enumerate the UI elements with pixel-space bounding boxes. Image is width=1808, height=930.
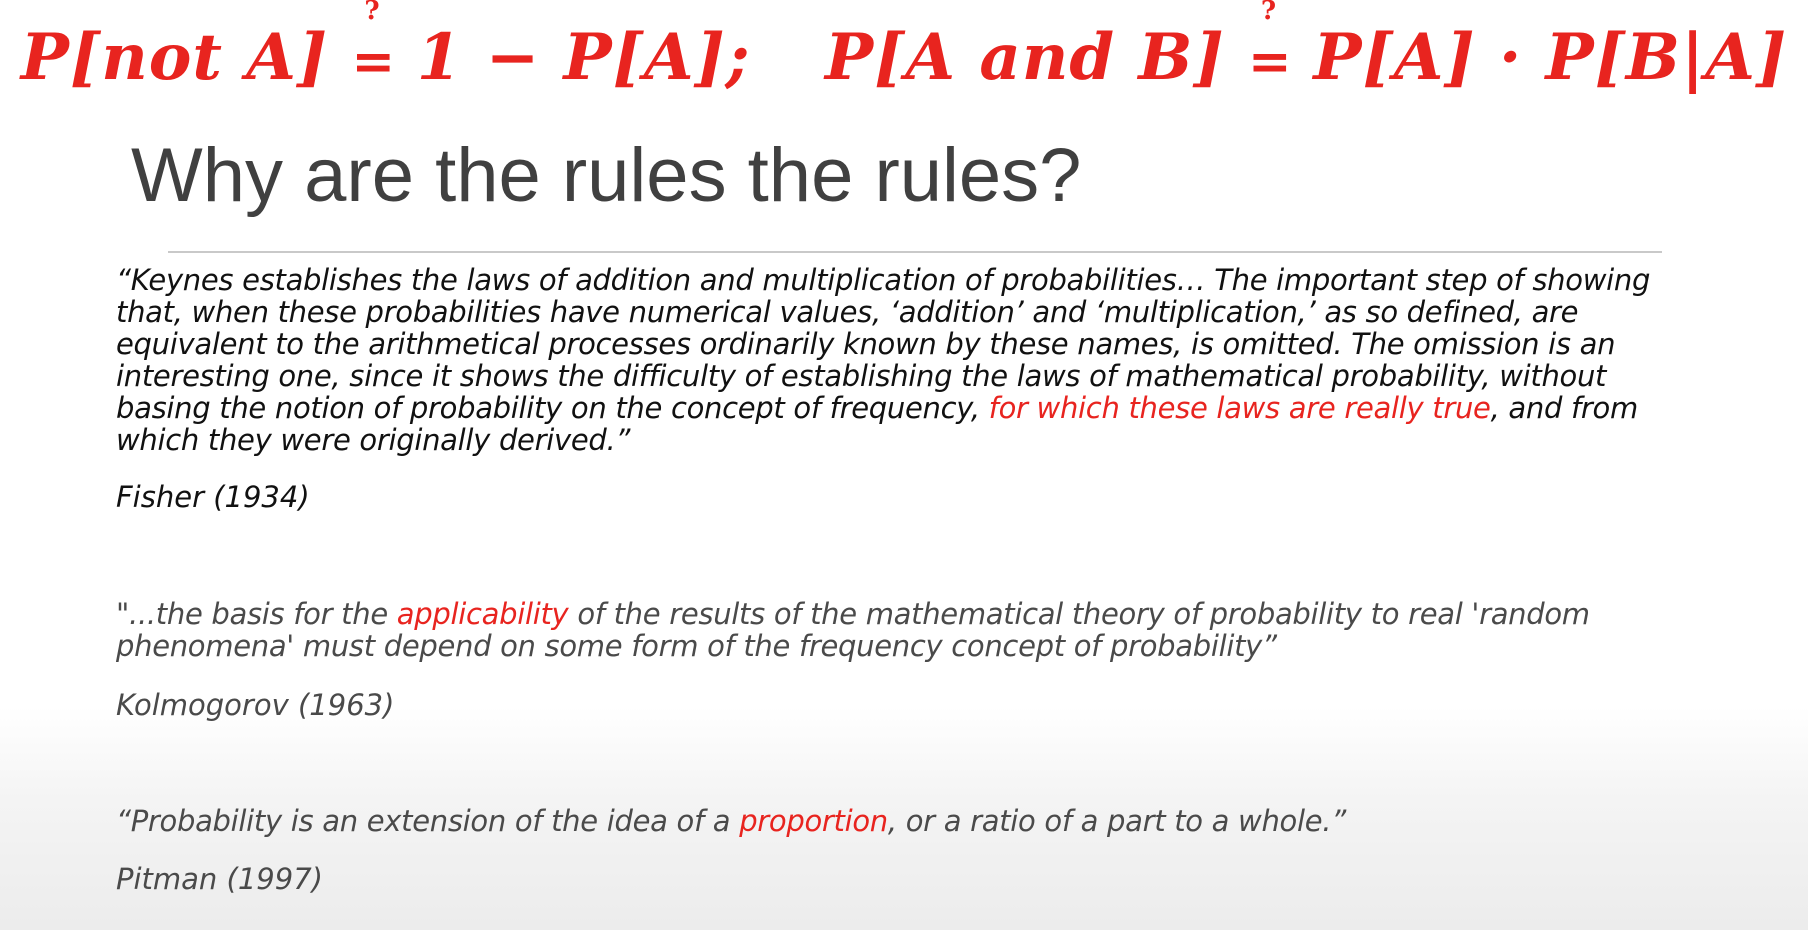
- title-divider: [168, 251, 1662, 253]
- probability-rules-formula: P[not A] ? = 1 − P[A]; P[A and B] ? = P[A]…: [0, 0, 1808, 95]
- formula-and-lhs: P[A and B]: [825, 20, 1225, 95]
- question-mark: ?: [1260, 0, 1278, 26]
- quote-highlight: proportion: [739, 804, 888, 838]
- quote-text: "...the basis for the: [116, 597, 397, 631]
- formula-not-a-lhs: P[not A]: [20, 20, 329, 95]
- slide-title: Why are the rules the rules?: [131, 133, 1082, 218]
- slide: P[not A] ? = 1 − P[A]; P[A and B] ? = P[A]…: [0, 0, 1808, 930]
- question-mark: ?: [364, 0, 381, 26]
- attribution-kolmogorov: Kolmogorov (1963): [116, 688, 395, 722]
- attribution-pitman: Pitman (1997): [116, 862, 323, 896]
- quote-highlight: for which these laws are really true: [988, 391, 1491, 425]
- quote-pitman: “Probability is an extension of the idea…: [116, 805, 1696, 837]
- quote-highlight: applicability: [396, 597, 569, 631]
- attribution-fisher: Fisher (1934): [116, 480, 310, 514]
- equals-sign: =: [351, 31, 397, 92]
- quote-text: “Probability is an extension of the idea…: [116, 804, 740, 838]
- questioned-equals-symbol: ? =: [351, 0, 397, 95]
- formula-not-a-rhs: 1 − P[A];: [416, 20, 751, 95]
- questioned-equals-symbol: ? =: [1248, 0, 1293, 95]
- quote-fisher: “Keynes establishes the laws of addition…: [116, 264, 1696, 456]
- quote-kolmogorov: "...the basis for the applicability of t…: [116, 598, 1636, 662]
- equals-sign: =: [1248, 31, 1293, 92]
- formula-and-rhs: P[A] · P[B|A]: [1313, 20, 1788, 95]
- quote-text: , or a ratio of a part to a whole.”: [887, 804, 1346, 838]
